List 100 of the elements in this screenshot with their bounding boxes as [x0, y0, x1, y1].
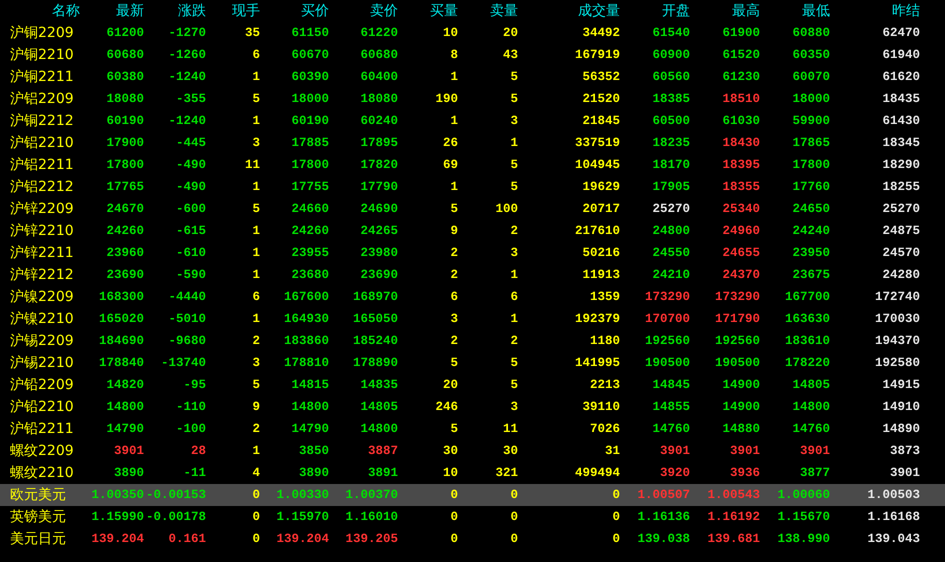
table-row[interactable]: 沪锌2212 23690 -590 1 23680 23690 2 1 11913 24210 24370 23675 24280 — [0, 264, 945, 286]
table-row[interactable]: 英镑美元 1.15990-0.00178 0 1.15970 1.16010 0 0 0 1.16136 1.16192 1.15670 1.16168 — [0, 506, 945, 528]
table-cell: 23960 — [106, 246, 144, 260]
table-cell: 217610 — [574, 224, 620, 238]
instrument-name: 螺纹2209 — [9, 442, 74, 460]
table-cell: 30 — [442, 444, 458, 458]
column-header[interactable]: 涨跌 — [178, 2, 206, 20]
table-row[interactable]: 沪锌2210 24260 -615 1 24260 24265 9 2 217610 24800 24960 24240 24875 — [0, 220, 945, 242]
column-header[interactable]: 买量 — [430, 2, 458, 20]
table-cell: 18355 — [722, 180, 760, 194]
column-header[interactable]: 卖量 — [490, 2, 518, 20]
table-cell: 3887 — [368, 444, 398, 458]
table-cell: 192560 — [714, 334, 760, 348]
table-cell: 28 — [190, 444, 206, 458]
table-row[interactable]: 沪锌2209 24670 -600 5 24660 24690 5 100 20717 25270 25340 24650 25270 — [0, 198, 945, 220]
table-row[interactable]: 沪镍2210 165020 -5010 1 164930 165050 3 1 192379 170700 171790 163630 170030 — [0, 308, 945, 330]
table-cell: 1 — [510, 268, 518, 282]
table-cell: 17765 — [106, 180, 144, 194]
column-header[interactable]: 最高 — [732, 2, 760, 20]
table-cell: 337519 — [574, 136, 620, 150]
instrument-name: 沪铅2209 — [9, 376, 74, 394]
table-cell: 1180 — [590, 334, 620, 348]
table-row[interactable]: 沪锡2210 178840 -13740 3 178810 178890 5 5 141995 190500 190500 178220 192580 — [0, 352, 945, 374]
table-cell: 6 — [450, 290, 458, 304]
table-cell: 5 — [450, 422, 458, 436]
table-cell: 14815 — [291, 378, 329, 392]
column-header[interactable]: 开盘 — [662, 2, 690, 20]
column-header[interactable]: 最新 — [116, 2, 144, 20]
table-cell: 194370 — [874, 334, 920, 348]
table-row[interactable]: 沪铅2211 14790 -100 2 14790 14800 5 11 7026 14760 14880 14760 14890 — [0, 418, 945, 440]
instrument-name: 沪镍2209 — [9, 288, 74, 306]
table-row[interactable]: 螺纹2209 3901 28 1 3850 3887 30 30 31 3901 3901 3901 3873 — [0, 440, 945, 462]
table-cell: 1 — [450, 114, 458, 128]
table-cell: 3901 — [114, 444, 144, 458]
table-cell: 170030 — [874, 312, 920, 326]
table-cell: 185240 — [352, 334, 398, 348]
table-cell: 1.00060 — [777, 488, 830, 502]
table-cell: 7026 — [590, 422, 620, 436]
table-cell: 18430 — [722, 136, 760, 150]
table-cell: 17905 — [652, 180, 690, 194]
table-row[interactable]: 沪铜2209 61200 -1270 35 61150 61220 10 20 34492 61540 61900 60880 62470 — [0, 22, 945, 44]
table-cell: 14800 — [106, 400, 144, 414]
table-row[interactable]: 沪锡2209 184690 -9680 2 183860 185240 2 2 1180 192560 192560 183610 194370 — [0, 330, 945, 352]
table-cell: 1 — [252, 224, 260, 238]
table-row[interactable]: 沪铝2209 18080 -355 5 18000 18080 190 5 21520 18385 18510 18000 18435 — [0, 88, 945, 110]
table-cell: 0 — [450, 532, 458, 546]
table-cell: 18385 — [652, 92, 690, 106]
table-cell: 9 — [252, 400, 260, 414]
table-cell: 3936 — [730, 466, 760, 480]
table-cell: 1.00350 — [91, 488, 144, 502]
table-cell: 1.15970 — [276, 510, 329, 524]
table-row[interactable]: 沪铅2209 14820 -95 5 14815 14835 20 5 2213 14845 14900 14805 14915 — [0, 374, 945, 396]
column-header[interactable]: 名称 — [52, 2, 80, 20]
table-cell: 24670 — [106, 202, 144, 216]
table-cell: 23680 — [291, 268, 329, 282]
table-cell: 24800 — [652, 224, 690, 238]
table-cell: 5 — [450, 202, 458, 216]
table-cell: 60350 — [792, 48, 830, 62]
table-row[interactable]: 沪铝2211 17800 -490 11 17800 17820 69 5 104945 18170 18395 17800 18290 — [0, 154, 945, 176]
table-cell: 26 — [442, 136, 458, 150]
column-header[interactable]: 现手 — [232, 2, 260, 20]
instrument-name: 沪铝2212 — [9, 178, 74, 196]
table-cell: 2213 — [590, 378, 620, 392]
table-cell: 14915 — [882, 378, 920, 392]
table-cell: 43 — [502, 48, 518, 62]
table-row[interactable]: 欧元美元 1.00350-0.00153 0 1.00330 1.00370 0 0 0 1.00507 1.00543 1.00060 1.00503 — [0, 484, 945, 506]
table-row[interactable]: 沪铜2212 60190 -1240 1 60190 60240 1 3 21845 60500 61030 59900 61430 — [0, 110, 945, 132]
table-row[interactable]: 沪铝2212 17765 -490 1 17755 17790 1 5 19629 17905 18355 17760 18255 — [0, 176, 945, 198]
table-cell: 25270 — [882, 202, 920, 216]
table-cell: 139.681 — [707, 532, 760, 546]
table-row[interactable]: 沪铝2210 17900 -445 3 17885 17895 26 1 337519 18235 18430 17865 18345 — [0, 132, 945, 154]
instrument-name: 沪铜2212 — [9, 112, 74, 130]
table-row[interactable]: 沪铜2210 60680 -1260 6 60670 60680 8 43 167919 60900 61520 60350 61940 — [0, 44, 945, 66]
column-header[interactable]: 卖价 — [370, 2, 398, 20]
table-cell: 321 — [495, 466, 518, 480]
table-row[interactable]: 沪铅2210 14800 -110 9 14800 14805 246 3 39110 14855 14900 14800 14910 — [0, 396, 945, 418]
table-cell: 60390 — [291, 70, 329, 84]
table-cell: 165050 — [352, 312, 398, 326]
table-cell: 18080 — [360, 92, 398, 106]
table-cell: 18170 — [652, 158, 690, 172]
column-header[interactable]: 买价 — [301, 2, 329, 20]
table-row[interactable]: 美元日元 139.204 0.161 0 139.204 139.205 0 0 0 139.038 139.681 138.990 139.043 — [0, 528, 945, 550]
column-header[interactable]: 最低 — [802, 2, 830, 20]
instrument-name: 沪锌2210 — [9, 222, 74, 240]
table-cell: 3890 — [298, 466, 329, 480]
table-row[interactable]: 螺纹2210 3890 -11 4 3890 3891 10 321 499494 3920 3936 3877 3901 — [0, 462, 945, 484]
table-cell: 60670 — [291, 48, 329, 62]
table-row[interactable]: 沪锌2211 23960 -610 1 23955 23980 2 3 50216 24550 24655 23950 24570 — [0, 242, 945, 264]
table-cell: 168300 — [98, 290, 144, 304]
table-cell: 3890 — [114, 466, 144, 480]
table-row[interactable]: 沪铜2211 60380 -1240 1 60390 60400 1 5 56352 60560 61230 60070 61620 — [0, 66, 945, 88]
column-header[interactable]: 昨结 — [892, 2, 920, 20]
table-cell: 5 — [252, 92, 260, 106]
table-cell: 5 — [510, 356, 518, 370]
table-cell: 11 — [502, 422, 518, 436]
table-cell: 17790 — [360, 180, 398, 194]
table-cell: 14845 — [652, 378, 690, 392]
column-header[interactable]: 成交量 — [578, 2, 620, 20]
table-cell: 2 — [510, 334, 518, 348]
table-row[interactable]: 沪镍2209 168300 -4440 6 167600 168970 6 6 1359 173290 173290 167700 172740 — [0, 286, 945, 308]
